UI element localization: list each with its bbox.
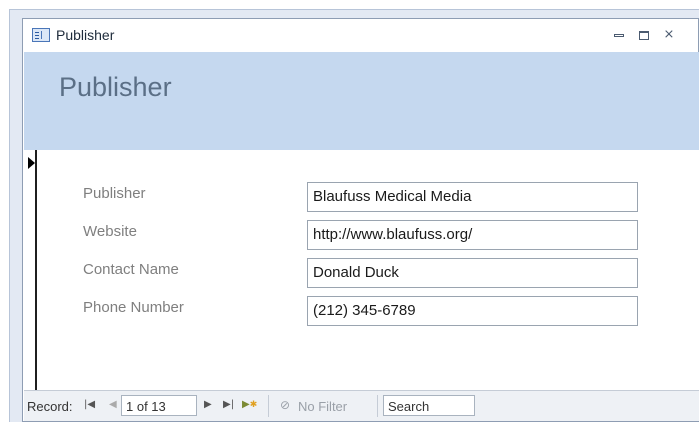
first-record-button[interactable]: |◀ xyxy=(84,399,95,410)
contact-name-label: Contact Name xyxy=(83,261,179,278)
restore-icon xyxy=(639,31,649,40)
form-title: Publisher xyxy=(59,72,172,102)
minimize-button[interactable] xyxy=(610,27,628,43)
close-icon: ⨯ xyxy=(663,27,675,42)
form-header: Publisher xyxy=(24,52,699,150)
record-position-input[interactable]: 1 of 13 xyxy=(121,395,197,416)
publisher-field[interactable]: Blaufuss Medical Media xyxy=(307,182,638,212)
title-bar: Publisher ⨯ xyxy=(23,19,698,52)
window-title: Publisher xyxy=(56,27,115,43)
phone-number-label: Phone Number xyxy=(83,299,184,316)
next-record-button[interactable]: ▶ xyxy=(204,399,212,410)
contact-name-field[interactable]: Donald Duck xyxy=(307,258,638,288)
form-window: Publisher ⨯ Publisher Publisher Blaufuss… xyxy=(22,18,699,422)
record-label: Record: xyxy=(27,399,73,414)
previous-record-button[interactable]: ◀ xyxy=(109,399,117,410)
close-button[interactable]: ⨯ xyxy=(660,27,678,43)
new-record-button[interactable]: ▶✱ xyxy=(242,399,257,410)
restore-button[interactable] xyxy=(635,27,653,43)
minimize-icon xyxy=(614,34,624,37)
form-icon xyxy=(32,28,50,42)
record-navigation-bar: Record: |◀ ◀ 1 of 13 ▶ ▶| ▶✱ ⊘ No Filter… xyxy=(24,390,699,421)
last-record-button[interactable]: ▶| xyxy=(223,399,234,410)
filter-toggle-button[interactable]: No Filter xyxy=(298,399,347,414)
publisher-label: Publisher xyxy=(83,185,146,202)
no-filter-icon: ⊘ xyxy=(280,398,291,412)
current-record-arrow-icon xyxy=(28,157,35,169)
navbar-divider xyxy=(268,395,269,417)
form-detail: Publisher Blaufuss Medical Media Website… xyxy=(39,150,699,390)
phone-number-field[interactable]: (212) 345-6789 xyxy=(307,296,638,326)
website-label: Website xyxy=(83,223,137,240)
website-field[interactable]: http://www.blaufuss.org/ xyxy=(307,220,638,250)
navbar-divider xyxy=(377,395,378,417)
record-selector[interactable] xyxy=(24,150,37,390)
new-record-icon: ✱ xyxy=(249,400,258,410)
search-input[interactable]: Search xyxy=(383,395,475,416)
